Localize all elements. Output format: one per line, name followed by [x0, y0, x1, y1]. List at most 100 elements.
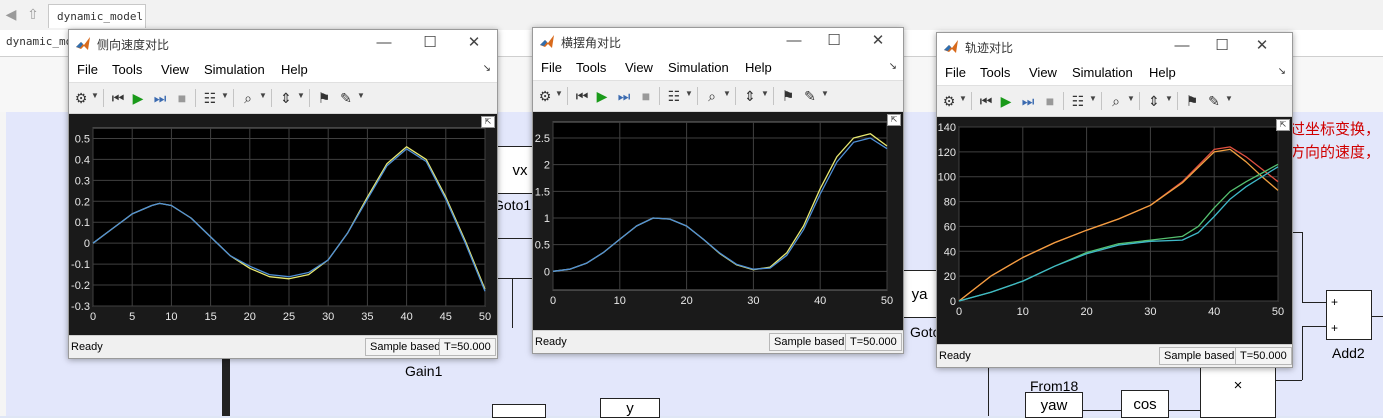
menu-simulation[interactable]: Simulation — [668, 60, 729, 75]
add2-block[interactable]: + + — [1326, 290, 1372, 340]
menu-tools[interactable]: Tools — [112, 62, 142, 77]
undock-axes-icon[interactable]: ⇱ — [481, 116, 495, 128]
chevron-down-icon[interactable]: ▼ — [821, 89, 829, 98]
toolbar-separator — [271, 89, 272, 107]
scope-plot[interactable]: 0 5 10 15 20 25 30 35 40 45 50 -0.3 -0.2 -0.1 0 0.1 0.2 0… — [69, 114, 495, 336]
menu-view[interactable]: View — [625, 60, 653, 75]
title-bar[interactable]: 轨迹对比 — ☐ ✕ — [937, 33, 1292, 61]
scope-plot[interactable]: 0 10 20 30 40 50 0 0.5 1 1.5 2 2.5 — [533, 112, 901, 331]
menu-view[interactable]: View — [161, 62, 189, 77]
autoscale-icon[interactable]: ⇕ — [1145, 92, 1163, 110]
chevron-down-icon[interactable]: ▼ — [357, 91, 365, 100]
plot-area[interactable]: 0 10 20 30 40 50 0 20 40 60 80 100 120 140 ⇱ — [937, 117, 1292, 345]
style-icon[interactable]: ✎ — [337, 89, 355, 107]
menu-help[interactable]: Help — [1149, 65, 1176, 80]
zoom-in-icon[interactable]: ⌕ — [1107, 92, 1125, 110]
close-icon[interactable]: ✕ — [465, 34, 483, 52]
chevron-down-icon[interactable]: ▼ — [761, 89, 769, 98]
style-icon[interactable]: ✎ — [801, 87, 819, 105]
undock-axes-icon[interactable]: ⇱ — [887, 114, 901, 126]
minimize-icon[interactable]: — — [785, 32, 803, 50]
chevron-down-icon[interactable]: ▼ — [259, 91, 267, 100]
maximize-icon[interactable]: ☐ — [1213, 37, 1231, 55]
highlight-icon[interactable]: ☷ — [201, 89, 219, 107]
menu-file[interactable]: File — [77, 62, 98, 77]
goto-ya-block[interactable]: ya — [902, 270, 938, 318]
chevron-down-icon[interactable]: ▼ — [91, 91, 99, 100]
menu-file[interactable]: File — [945, 65, 966, 80]
triggers-icon[interactable]: ⚑ — [779, 87, 797, 105]
step-forward-icon[interactable]: ⏭ — [1019, 92, 1037, 110]
run-icon[interactable]: ▶ — [129, 89, 147, 107]
stop-icon[interactable]: ■ — [173, 89, 191, 107]
scope-window-lateral-velocity[interactable]: 侧向速度对比 — ☐ ✕ File Tools View Simulation … — [68, 29, 498, 359]
menu-help[interactable]: Help — [745, 60, 772, 75]
chevron-down-icon[interactable]: ▼ — [555, 89, 563, 98]
chevron-down-icon[interactable]: ▼ — [1089, 94, 1097, 103]
step-back-icon[interactable]: ⏮ — [573, 87, 591, 105]
menu-arrow-icon[interactable]: ↘ — [1278, 66, 1286, 77]
toolbar-separator — [659, 87, 660, 105]
step-forward-icon[interactable]: ⏭ — [151, 89, 169, 107]
menu-file[interactable]: File — [541, 60, 562, 75]
triggers-icon[interactable]: ⚑ — [1183, 92, 1201, 110]
chevron-down-icon[interactable]: ▼ — [685, 89, 693, 98]
plot-area[interactable]: 0 5 10 15 20 25 30 35 40 45 50 -0.3 -0.2 -0.1 0 0.1 0.2 0… — [69, 114, 497, 336]
chevron-down-icon[interactable]: ▼ — [723, 89, 731, 98]
scope-window-yaw-angle[interactable]: 横摆角对比 — ☐ ✕ File Tools View Simulation H… — [532, 27, 904, 354]
gear-icon[interactable]: ⚙ — [73, 89, 89, 107]
highlight-icon[interactable]: ☷ — [1069, 92, 1087, 110]
menu-help[interactable]: Help — [281, 62, 308, 77]
zoom-in-icon[interactable]: ⌕ — [703, 87, 721, 105]
chevron-down-icon[interactable]: ▼ — [1165, 94, 1173, 103]
from-y-block[interactable]: y — [600, 398, 660, 418]
gear-icon[interactable]: ⚙ — [941, 92, 957, 110]
menu-simulation[interactable]: Simulation — [1072, 65, 1133, 80]
step-back-icon[interactable]: ⏮ — [977, 92, 995, 110]
scope-plot[interactable]: 0 10 20 30 40 50 0 20 40 60 80 100 120 140 — [937, 117, 1290, 345]
title-bar[interactable]: 横摆角对比 — ☐ ✕ — [533, 28, 903, 56]
gain1-label: Gain1 — [405, 363, 443, 379]
scope-window-trajectory[interactable]: 轨迹对比 — ☐ ✕ File Tools View Simulation He… — [936, 32, 1293, 368]
chevron-down-icon[interactable]: ▼ — [297, 91, 305, 100]
menu-arrow-icon[interactable]: ↘ — [889, 61, 897, 72]
autoscale-icon[interactable]: ⇕ — [277, 89, 295, 107]
cos-block[interactable]: cos — [1121, 390, 1169, 418]
run-icon[interactable]: ▶ — [997, 92, 1015, 110]
chevron-down-icon[interactable]: ▼ — [1127, 94, 1135, 103]
zoom-in-icon[interactable]: ⌕ — [239, 89, 257, 107]
chevron-down-icon[interactable]: ▼ — [221, 91, 229, 100]
stop-icon[interactable]: ■ — [1041, 92, 1059, 110]
minimize-icon[interactable]: — — [1173, 37, 1191, 55]
autoscale-icon[interactable]: ⇕ — [741, 87, 759, 105]
step-back-icon[interactable]: ⏮ — [109, 89, 127, 107]
gear-icon[interactable]: ⚙ — [537, 87, 553, 105]
menu-view[interactable]: View — [1029, 65, 1057, 80]
highlight-icon[interactable]: ☷ — [665, 87, 683, 105]
style-icon[interactable]: ✎ — [1205, 92, 1223, 110]
step-forward-icon[interactable]: ⏭ — [615, 87, 633, 105]
menu-arrow-icon[interactable]: ↘ — [483, 63, 491, 74]
up-arrow-icon[interactable]: ⇧ — [24, 5, 42, 23]
back-arrow-icon[interactable]: ◀ — [2, 5, 20, 23]
undock-axes-icon[interactable]: ⇱ — [1276, 119, 1290, 131]
chevron-down-icon[interactable]: ▼ — [1225, 94, 1233, 103]
toolbar-separator — [1177, 92, 1178, 110]
title-bar[interactable]: 侧向速度对比 — ☐ ✕ — [69, 30, 497, 58]
model-tab[interactable]: dynamic_model — [48, 4, 146, 28]
stop-icon[interactable]: ■ — [637, 87, 655, 105]
y-tick-label: 140 — [938, 122, 956, 134]
plot-area[interactable]: 0 10 20 30 40 50 0 0.5 1 1.5 2 2.5 ⇱ — [533, 112, 903, 331]
maximize-icon[interactable]: ☐ — [825, 32, 843, 50]
menu-tools[interactable]: Tools — [576, 60, 606, 75]
menu-simulation[interactable]: Simulation — [204, 62, 265, 77]
chevron-down-icon[interactable]: ▼ — [959, 94, 967, 103]
triggers-icon[interactable]: ⚑ — [315, 89, 333, 107]
from-yaw-block[interactable]: yaw — [1025, 392, 1083, 418]
close-icon[interactable]: ✕ — [1253, 37, 1271, 55]
minimize-icon[interactable]: — — [375, 34, 393, 52]
close-icon[interactable]: ✕ — [869, 32, 887, 50]
run-icon[interactable]: ▶ — [593, 87, 611, 105]
menu-tools[interactable]: Tools — [980, 65, 1010, 80]
maximize-icon[interactable]: ☐ — [421, 34, 439, 52]
